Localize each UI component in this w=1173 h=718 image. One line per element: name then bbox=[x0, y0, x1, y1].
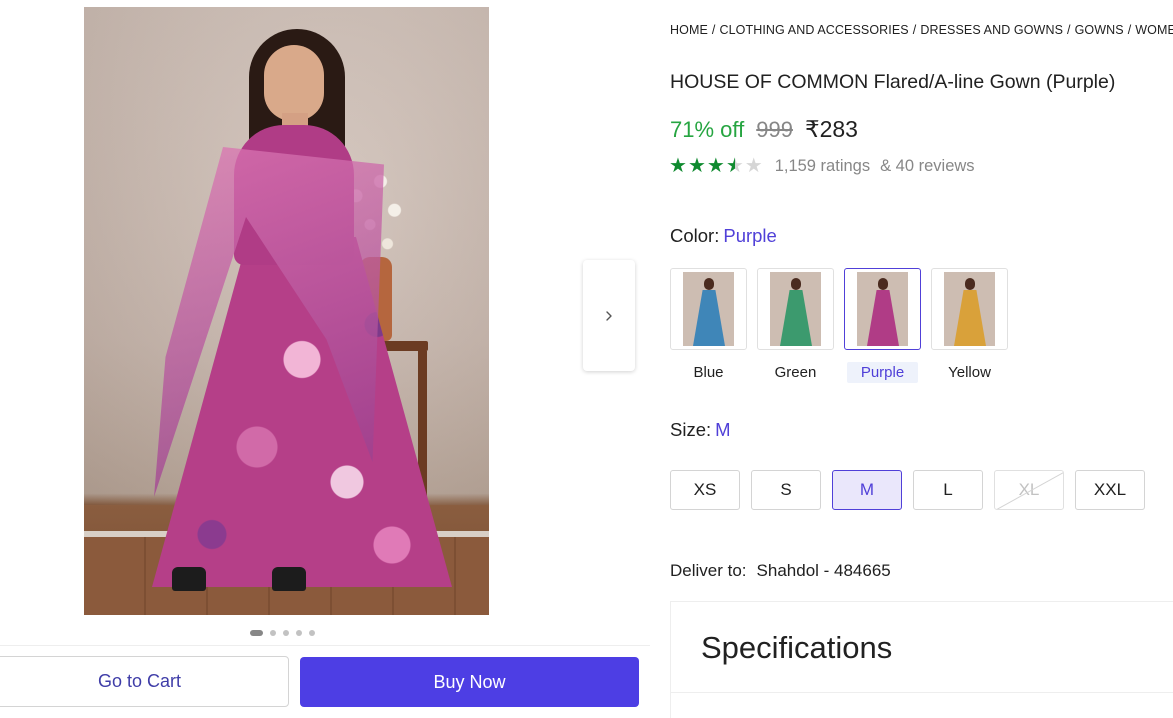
star-icon: ★ bbox=[725, 155, 744, 177]
delivery-location: Shahdol - 484665 bbox=[756, 561, 891, 580]
size-label-row: Size: M bbox=[670, 419, 731, 441]
star-icon: ★ bbox=[687, 155, 706, 177]
discount-percent: 71% off bbox=[670, 117, 745, 142]
breadcrumb-item-clothing[interactable]: CLOTHING AND ACCESSORIES bbox=[719, 23, 908, 37]
reviews-count: & 40 reviews bbox=[880, 156, 975, 175]
specifications-section: Specifications bbox=[670, 601, 1173, 693]
star-icon: ★ bbox=[744, 155, 763, 177]
swatch-gown bbox=[780, 290, 812, 346]
breadcrumb-item-home[interactable]: HOME bbox=[670, 23, 708, 37]
star-icon: ★ bbox=[706, 155, 725, 177]
swatch-thumbnail-frame bbox=[670, 268, 747, 350]
swatch-thumbnail-frame bbox=[844, 268, 921, 350]
selected-size: M bbox=[715, 419, 731, 440]
chevron-right-icon bbox=[606, 310, 612, 321]
swatch-model-head bbox=[878, 278, 888, 290]
color-swatches: Blue Green Purple Yellow bbox=[670, 268, 1008, 383]
breadcrumb: HOME / CLOTHING AND ACCESSORIES / DRESSES AN… bbox=[670, 23, 1173, 37]
color-label: Color: bbox=[670, 225, 720, 246]
size-option-xl: XL bbox=[994, 470, 1064, 510]
product-image[interactable] bbox=[84, 7, 489, 615]
specifications-title: Specifications bbox=[701, 630, 893, 665]
ratings-count: 1,159 ratings bbox=[774, 156, 871, 175]
size-option-s[interactable]: S bbox=[751, 470, 821, 510]
image-model-face bbox=[264, 45, 324, 121]
size-option-xxl[interactable]: XXL bbox=[1075, 470, 1145, 510]
image-shoe bbox=[172, 567, 206, 591]
size-options: XS S M L XL XXL bbox=[670, 470, 1145, 510]
deliver-label: Deliver to: bbox=[670, 561, 747, 580]
price-row: 71% off 999 ₹283 bbox=[670, 116, 858, 143]
star-icon: ★ bbox=[669, 155, 687, 177]
rating-row[interactable]: ★ ★ ★ ★ ★ 1,159 ratings & 40 reviews bbox=[669, 156, 975, 176]
breadcrumb-separator: / bbox=[711, 23, 716, 37]
gallery-next-button[interactable] bbox=[583, 260, 635, 371]
breadcrumb-separator: / bbox=[1067, 23, 1071, 37]
selected-color: Purple bbox=[723, 225, 777, 246]
swatch-gown bbox=[693, 290, 725, 346]
swatch-thumbnail bbox=[944, 272, 995, 346]
breadcrumb-item-women[interactable]: WOMEN bbox=[1135, 23, 1173, 37]
swatch-gown bbox=[867, 290, 899, 346]
swatch-thumbnail bbox=[683, 272, 734, 346]
product-title: HOUSE OF COMMON Flared/A-line Gown (Purp… bbox=[670, 71, 1116, 93]
swatch-model-head bbox=[791, 278, 801, 290]
selling-price: ₹283 bbox=[804, 116, 858, 142]
buy-now-button[interactable]: Buy Now bbox=[300, 657, 639, 707]
swatch-model-head bbox=[965, 278, 975, 290]
size-label: Size: bbox=[670, 419, 712, 440]
image-shoe bbox=[272, 567, 306, 591]
color-swatch-yellow[interactable]: Yellow bbox=[931, 268, 1008, 383]
swatch-gown bbox=[954, 290, 986, 346]
swatch-label: Blue bbox=[693, 364, 724, 381]
breadcrumb-item-dresses[interactable]: DRESSES AND GOWNS bbox=[920, 23, 1063, 37]
delivery-row[interactable]: Deliver to: Shahdol - 484665 bbox=[670, 561, 891, 581]
swatch-label: Purple bbox=[846, 362, 919, 383]
swatch-thumbnail bbox=[770, 272, 821, 346]
color-swatch-blue[interactable]: Blue bbox=[670, 268, 747, 383]
gallery-dots bbox=[250, 630, 315, 636]
size-option-l[interactable]: L bbox=[913, 470, 983, 510]
gallery-dot[interactable] bbox=[270, 630, 276, 636]
swatch-label: Yellow bbox=[948, 364, 991, 381]
specifications-content bbox=[670, 693, 1173, 718]
breadcrumb-item-gowns[interactable]: GOWNS bbox=[1075, 23, 1124, 37]
gallery-dot[interactable] bbox=[250, 630, 263, 636]
gallery-dot[interactable] bbox=[283, 630, 289, 636]
gallery-dot[interactable] bbox=[309, 630, 315, 636]
size-option-xs[interactable]: XS bbox=[670, 470, 740, 510]
original-price: 999 bbox=[756, 117, 793, 142]
gallery-dot[interactable] bbox=[296, 630, 302, 636]
size-option-m[interactable]: M bbox=[832, 470, 902, 510]
breadcrumb-separator: / bbox=[912, 23, 917, 37]
swatch-thumbnail bbox=[857, 272, 908, 346]
breadcrumb-separator: / bbox=[1127, 23, 1132, 37]
color-label-row: Color: Purple bbox=[670, 225, 777, 247]
color-swatch-green[interactable]: Green bbox=[757, 268, 834, 383]
star-rating: ★ ★ ★ ★ ★ bbox=[669, 156, 763, 176]
swatch-model-head bbox=[704, 278, 714, 290]
swatch-thumbnail-frame bbox=[931, 268, 1008, 350]
swatch-label: Green bbox=[774, 364, 817, 381]
swatch-thumbnail-frame bbox=[757, 268, 834, 350]
go-to-cart-button[interactable]: Go to Cart bbox=[0, 656, 289, 707]
color-swatch-purple[interactable]: Purple bbox=[844, 268, 921, 383]
